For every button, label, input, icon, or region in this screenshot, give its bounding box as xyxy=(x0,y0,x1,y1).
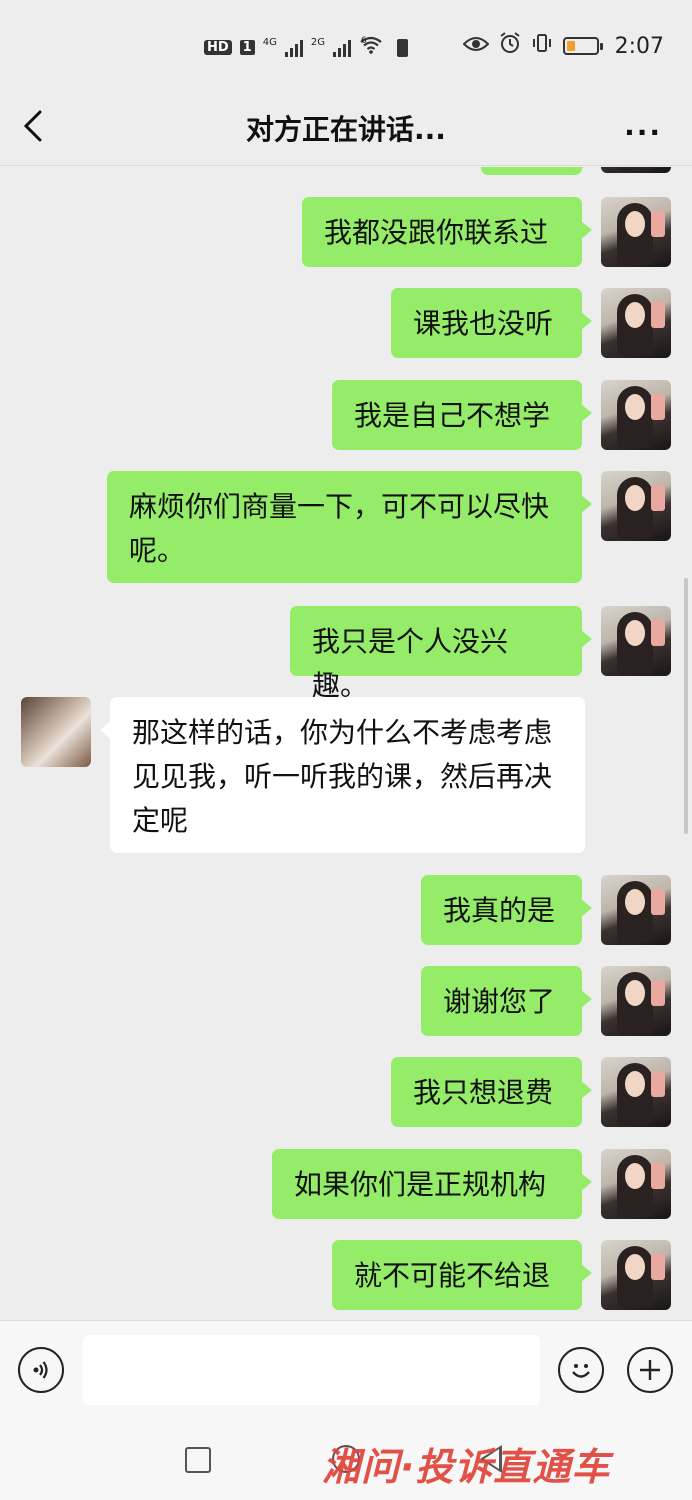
voice-button[interactable] xyxy=(18,1347,64,1393)
message-bubble[interactable]: 麻烦你们商量一下，可不可以尽快呢。 xyxy=(107,471,592,583)
recent-apps-button[interactable] xyxy=(185,1447,211,1473)
my-avatar[interactable] xyxy=(601,380,671,450)
message-bubble[interactable]: 我只是个人没兴趣。 xyxy=(290,606,592,702)
battery-icon xyxy=(562,37,603,55)
message-input[interactable] xyxy=(83,1335,540,1405)
my-avatar[interactable] xyxy=(601,966,671,1036)
message-bubble[interactable]: 如果你们是正规机构 xyxy=(272,1149,592,1219)
plus-button[interactable] xyxy=(627,1347,673,1393)
my-avatar[interactable] xyxy=(601,197,671,267)
wifi-6-label: 6 xyxy=(360,35,367,46)
chat-title: 对方正在讲话... xyxy=(246,113,446,146)
status-bar: HD 1 4G 2G 6 2:07 xyxy=(0,0,692,100)
status-right: 2:07 xyxy=(462,32,664,60)
sim-alert-icon xyxy=(396,38,408,57)
chat-header: 对方正在讲话... ··· xyxy=(0,90,692,166)
message-bubble[interactable]: 我都没跟你联系过 xyxy=(302,197,592,267)
message-bubble[interactable]: 我真的是 xyxy=(421,875,592,945)
contact-avatar[interactable] xyxy=(21,697,91,767)
vibrate-icon xyxy=(531,32,553,60)
message-bubble[interactable]: 就不可能不给退 xyxy=(332,1240,592,1310)
status-left: HD 1 4G 2G 6 xyxy=(204,36,408,59)
more-options-button[interactable]: ··· xyxy=(624,116,662,149)
plus-icon xyxy=(640,1360,660,1380)
message-bubble-incoming[interactable]: 那这样的话，你为什么不考虑考虑见见我，听一听我的课，然后再决定呢 xyxy=(100,697,585,853)
message-bubble-cutoff[interactable] xyxy=(481,167,592,175)
network-4g-label: 4G xyxy=(262,37,277,48)
watermark-logo: 湘问·投诉直通车 xyxy=(322,1445,611,1489)
voice-icon xyxy=(33,1361,48,1379)
message-bubble[interactable]: 课我也没听 xyxy=(391,288,592,358)
my-avatar[interactable] xyxy=(601,1240,671,1310)
my-avatar[interactable] xyxy=(601,167,671,173)
network-2g-label: 2G xyxy=(310,37,325,48)
clock-time: 2:07 xyxy=(614,33,664,59)
my-avatar[interactable] xyxy=(601,606,671,676)
eye-icon xyxy=(462,34,490,59)
my-avatar[interactable] xyxy=(601,875,671,945)
message-bubble[interactable]: 我只想退费 xyxy=(391,1057,592,1127)
message-bubble[interactable]: 谢谢您了 xyxy=(421,966,592,1036)
input-bar xyxy=(0,1320,692,1420)
message-bubble[interactable]: 我是自己不想学 xyxy=(332,380,592,450)
scrollbar[interactable] xyxy=(684,578,688,834)
my-avatar[interactable] xyxy=(601,1057,671,1127)
my-avatar[interactable] xyxy=(601,288,671,358)
signal-icon xyxy=(284,39,303,57)
signal-icon-2 xyxy=(332,39,351,57)
sim-number: 1 xyxy=(239,40,255,55)
emoji-button[interactable] xyxy=(558,1347,604,1393)
my-avatar[interactable] xyxy=(601,471,671,541)
hd-badge: HD xyxy=(204,40,232,55)
my-avatar[interactable] xyxy=(601,1149,671,1219)
emoji-icon xyxy=(572,1364,590,1378)
alarm-icon xyxy=(499,32,521,60)
chat-message-list[interactable]: 我都没跟你联系过 课我也没听 我是自己不想学 麻烦你们商量一下，可不可以尽快呢。… xyxy=(0,167,692,1320)
